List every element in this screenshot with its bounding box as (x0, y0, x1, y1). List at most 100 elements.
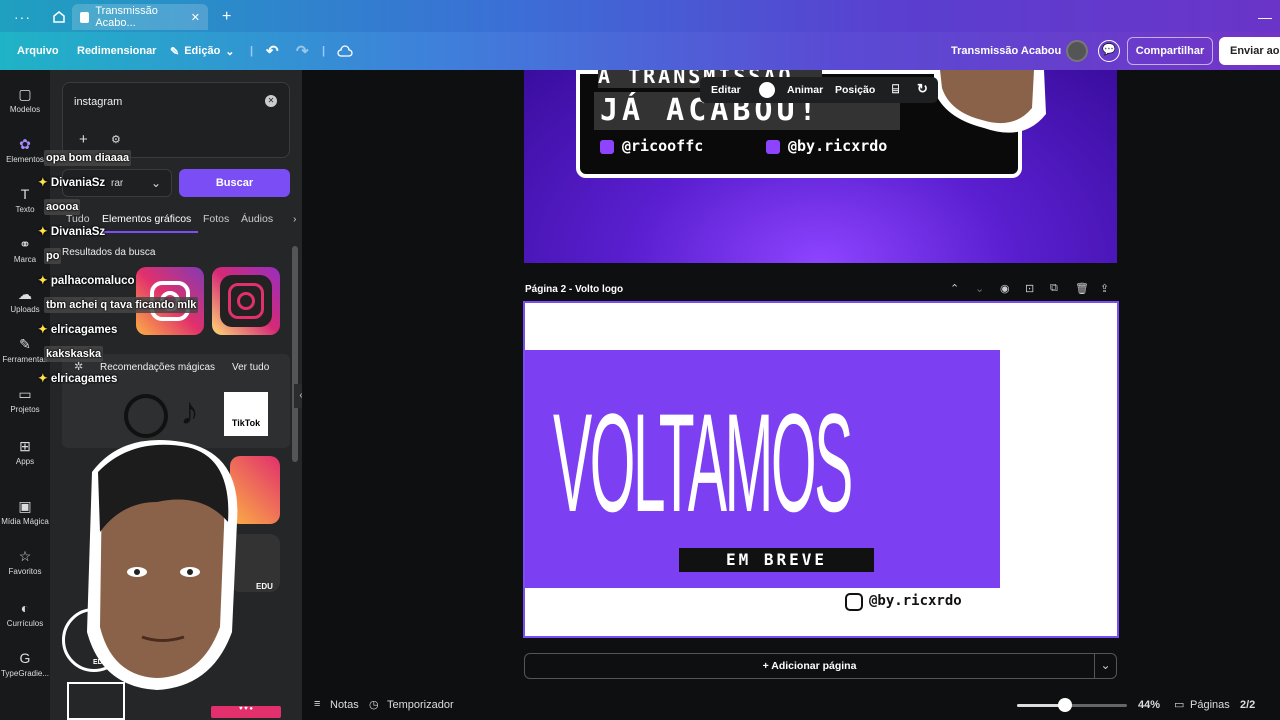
divider: | (322, 45, 326, 57)
chat-message: po (44, 248, 62, 264)
rail-item-1[interactable]: ✿ Elementos (0, 136, 50, 164)
sparkle-icon: ✦ (38, 274, 51, 287)
chat-line: po (44, 248, 62, 264)
rail-item-2[interactable]: T Texto (0, 186, 50, 214)
avatar-sticker (934, 70, 1046, 133)
page-2-canvas[interactable]: VOLTAMOS EM BREVE @by.ricxrdo (523, 301, 1119, 638)
close-tab-icon[interactable]: ✕ (191, 11, 200, 24)
sparkle-icon: ✦ (38, 372, 51, 385)
rail-item-5[interactable]: ✎ Ferramentas (0, 336, 50, 364)
timer-icon[interactable]: ◷ (369, 698, 379, 711)
lock-icon[interactable]: ⊡ (1025, 282, 1034, 295)
rail-item-11[interactable]: G TypeGradie... (0, 650, 50, 678)
panel-scrollbar[interactable] (292, 246, 298, 462)
rail-item-7[interactable]: ⊞ Apps (0, 438, 50, 466)
rail-item-3[interactable]: ⚭ Marca (0, 236, 50, 264)
search-box[interactable]: instagram ✕ + ⚙ (62, 82, 290, 158)
duplicate-icon[interactable]: ⧉ (1050, 282, 1058, 295)
divider: | (250, 45, 254, 57)
apps-icon: ⊞ (19, 438, 31, 454)
projects-icon: ▭ (18, 386, 32, 402)
notes-button[interactable]: Notas (330, 699, 359, 711)
page-2-label[interactable]: Página 2 - Volto logo (525, 284, 623, 295)
uploads-icon: ☁ (18, 286, 32, 302)
add-page-icon[interactable]: ⇪ (1100, 282, 1109, 295)
tab-photos[interactable]: Fotos (203, 213, 229, 225)
tiktok-logo[interactable]: TikTok (224, 392, 268, 436)
see-all-link[interactable]: Ver tudo (232, 362, 269, 373)
chat-username: DivaniaSz (50, 176, 106, 189)
chevron-up-icon[interactable]: ⌃ (950, 282, 959, 295)
position-button[interactable]: Posição (835, 84, 875, 96)
search-button[interactable]: Buscar (179, 169, 290, 197)
pages-button[interactable]: Páginas (1190, 699, 1230, 711)
rail-item-label: Texto (15, 205, 35, 214)
paint-roller-icon[interactable]: ⌸ (892, 82, 899, 97)
chat-message: tbm achei q tava ficando mlk (44, 297, 199, 313)
rail-item-9[interactable]: ☆ Favoritos (0, 548, 50, 576)
chevron-right-icon[interactable]: › (293, 213, 297, 225)
color-swatch[interactable] (759, 82, 775, 98)
search-input[interactable]: instagram (74, 96, 122, 108)
rail-item-6[interactable]: ▭ Projetos (0, 386, 50, 414)
refresh-icon[interactable]: ↻ (917, 81, 928, 97)
edit-menu[interactable]: ✎ Edição ⌄ (170, 32, 235, 70)
magic-media-icon: ▣ (18, 498, 32, 514)
redo-icon[interactable]: ↷ (296, 32, 309, 70)
add-icon[interactable]: + (79, 131, 88, 148)
page-actions: ⌃ ⌄ ◉ ⊡ ⧉ 🗑 ⇪ (950, 282, 1116, 298)
sparkle-icon: ✦ (38, 176, 51, 189)
add-page-button[interactable]: + Adicionar página (525, 654, 1094, 678)
notes-icon[interactable]: ≡ (314, 698, 320, 710)
chat-line: tbm achei q tava ficando mlk (44, 297, 199, 313)
tab-title: Transmissão Acabo... (95, 5, 158, 29)
edit-button[interactable]: Editar (711, 84, 741, 96)
trash-icon[interactable]: 🗑 (1075, 282, 1089, 295)
hide-icon[interactable]: ◉ (1000, 282, 1010, 295)
zoom-value[interactable]: 44% (1138, 699, 1160, 711)
chat-username: palhacomaluco (50, 274, 135, 287)
tiktok-note-icon[interactable]: ♪ (180, 390, 199, 434)
instagram-logo-result[interactable] (212, 267, 280, 335)
menu-dots-icon[interactable]: ··· (6, 4, 39, 30)
zoom-slider[interactable] (1017, 698, 1127, 712)
chat-line: ✦ elricagames (38, 322, 117, 336)
chevron-down-icon: ⌄ (225, 45, 235, 58)
tab-document[interactable]: Transmissão Acabo... ✕ (72, 4, 208, 30)
rail-item-10[interactable]: ◐ Currículos (0, 600, 50, 628)
chat-message: kakskaska (44, 346, 104, 362)
rail-item-label: Apps (15, 457, 35, 466)
file-menu[interactable]: Arquivo (17, 32, 59, 70)
rail-item-4[interactable]: ☁ Uploads (0, 286, 50, 314)
minimize-icon[interactable]: — (1250, 4, 1280, 30)
rail-item-8[interactable]: ▣ Mídia Mágica (0, 498, 50, 526)
chevron-down-icon[interactable]: ⌄ (975, 282, 984, 295)
rail-item-label: Modelos (9, 105, 41, 114)
filter-settings-icon[interactable]: ⚙ (111, 133, 121, 146)
share-button[interactable]: Compartilhar (1127, 37, 1213, 65)
rail-item-0[interactable]: ▢ Modelos (0, 86, 50, 114)
floating-toolbar: Editar Animar Posição ⌸ ↻ (700, 77, 938, 103)
comments-icon[interactable]: 💬 (1098, 32, 1120, 70)
chat-line: aoooa (44, 199, 81, 215)
chevron-down-icon[interactable]: ⌄ (1094, 654, 1116, 678)
timer-button[interactable]: Temporizador (387, 699, 454, 711)
avatar[interactable] (1066, 32, 1088, 70)
tab-graphics[interactable]: Elementos gráficos (102, 213, 191, 225)
resumes-icon: ◐ (20, 600, 30, 616)
send-to-button[interactable]: Enviar ao p (1219, 37, 1280, 65)
pages-icon[interactable]: ▭ (1174, 698, 1184, 711)
rail-item-label: Mídia Mágica (1, 517, 49, 526)
home-icon[interactable] (44, 4, 74, 30)
zoom-slider-thumb[interactable] (1058, 698, 1073, 712)
new-tab-icon[interactable]: + (214, 4, 239, 30)
clear-search-icon[interactable]: ✕ (265, 95, 277, 107)
chat-username: elricagames (50, 372, 118, 385)
undo-icon[interactable]: ↶ (266, 32, 279, 70)
animate-button[interactable]: Animar (787, 84, 823, 96)
twitch-icon (600, 140, 614, 154)
resize-button[interactable]: Redimensionar (77, 32, 156, 70)
tab-audios[interactable]: Áudios (241, 213, 273, 225)
document-title[interactable]: Transmissão Acabou (951, 32, 1061, 70)
cloud-save-icon[interactable] (337, 32, 353, 70)
